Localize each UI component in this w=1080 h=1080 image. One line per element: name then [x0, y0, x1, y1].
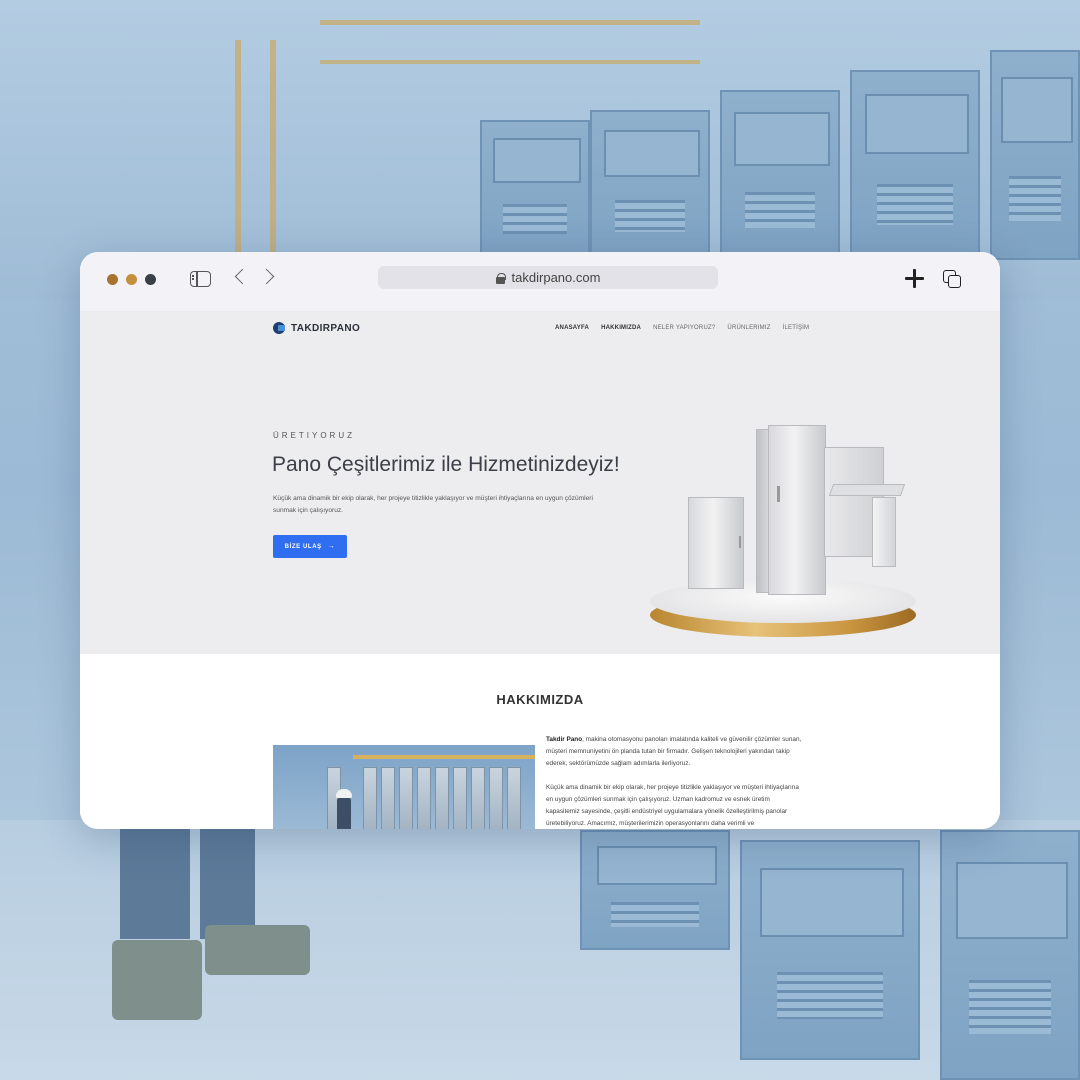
- hero-title: Pano Çeşitlerimiz ile Hizmetinizdeyiz!: [272, 453, 620, 476]
- background-ladder: [270, 40, 276, 260]
- menu-item-iletisim[interactable]: İLETİŞİM: [783, 325, 810, 331]
- hero-description: Küçük ama dinamik bir ekip olarak, her p…: [273, 495, 593, 514]
- lock-icon: [495, 272, 506, 284]
- site-logo[interactable]: TAKDIRPANO: [273, 321, 360, 335]
- background-cabinet: [850, 70, 980, 260]
- new-tab-plus-icon[interactable]: [905, 269, 924, 288]
- forward-arrow-icon[interactable]: [258, 268, 275, 285]
- wall-panel-cabinet: [688, 497, 744, 589]
- background-cabinet: [480, 120, 590, 260]
- menu-item-neler-yapiyoruz[interactable]: NELER YAPIYORUZ?: [653, 325, 715, 331]
- background-cabinet: [940, 830, 1080, 1080]
- menu-item-anasayfa[interactable]: ANASAYFA: [555, 325, 589, 331]
- website-viewport: TAKDIRPANO ANASAYFA HAKKIMIZDA NELER YAP…: [80, 311, 1000, 829]
- background-cabinet: [590, 110, 710, 260]
- about-photo: [273, 745, 535, 829]
- hero-section: TAKDIRPANO ANASAYFA HAKKIMIZDA NELER YAP…: [80, 311, 1000, 654]
- browser-window: takdirpano.com TAKDIRPANO ANASAYFA HAKKI…: [80, 252, 1000, 829]
- background-person-leg: [120, 829, 190, 939]
- tab-overview-icon[interactable]: [943, 270, 962, 289]
- menu-item-urunlerimiz[interactable]: ÜRÜNLERIMIZ: [727, 325, 770, 331]
- background-boot: [205, 925, 310, 975]
- minimize-window-button[interactable]: [126, 274, 137, 285]
- electrical-panels-illustration: [638, 419, 928, 649]
- helmet-icon: [336, 789, 352, 798]
- about-text: Takdir Pano, makina otomasyonu panoları …: [546, 734, 804, 829]
- maximize-window-button[interactable]: [145, 274, 156, 285]
- background-cabinet: [990, 50, 1080, 260]
- worker-figure: [337, 795, 351, 829]
- background-cabinet: [740, 840, 920, 1060]
- address-bar-url: takdirpano.com: [511, 270, 601, 285]
- background-railing: [320, 20, 700, 25]
- contact-us-button[interactable]: BİZE ULAŞ →: [273, 535, 347, 558]
- logo-text: TAKDIRPANO: [291, 322, 361, 334]
- logo-mark-icon: [273, 321, 287, 335]
- address-bar[interactable]: takdirpano.com: [378, 266, 718, 289]
- about-title: HAKKIMIZDA: [496, 692, 584, 707]
- background-railing: [320, 60, 700, 64]
- menu-item-hakkimizda[interactable]: HAKKIMIZDA: [601, 325, 641, 331]
- floor-standing-cabinet: [768, 425, 826, 595]
- background-cabinet: [580, 830, 730, 950]
- close-window-button[interactable]: [107, 274, 118, 285]
- background-person-leg: [200, 829, 255, 939]
- browser-toolbar: takdirpano.com: [80, 252, 1000, 311]
- about-paragraph-1: Takdir Pano, makina otomasyonu panoları …: [546, 736, 802, 767]
- hero-eyebrow: ÜRETIYORUZ: [273, 431, 355, 440]
- main-menu: ANASAYFA HAKKIMIZDA NELER YAPIYORUZ? ÜRÜ…: [555, 325, 809, 331]
- back-arrow-icon[interactable]: [234, 268, 251, 285]
- about-section: HAKKIMIZDA Takdir Pano, makina otomasyon…: [80, 654, 1000, 829]
- arrow-right-icon: →: [327, 543, 336, 550]
- about-paragraph-2: Küçük ama dinamik bir ekip olarak, her p…: [546, 784, 799, 827]
- background-ladder: [235, 40, 241, 260]
- background-boot: [112, 940, 202, 1020]
- background-cabinet: [720, 90, 840, 260]
- about-brand-name: Takdir Pano: [546, 736, 583, 743]
- sidebar-toggle-icon[interactable]: [190, 271, 211, 287]
- contact-us-label: BİZE ULAŞ: [284, 543, 322, 550]
- open-cabinet-door: [872, 497, 896, 567]
